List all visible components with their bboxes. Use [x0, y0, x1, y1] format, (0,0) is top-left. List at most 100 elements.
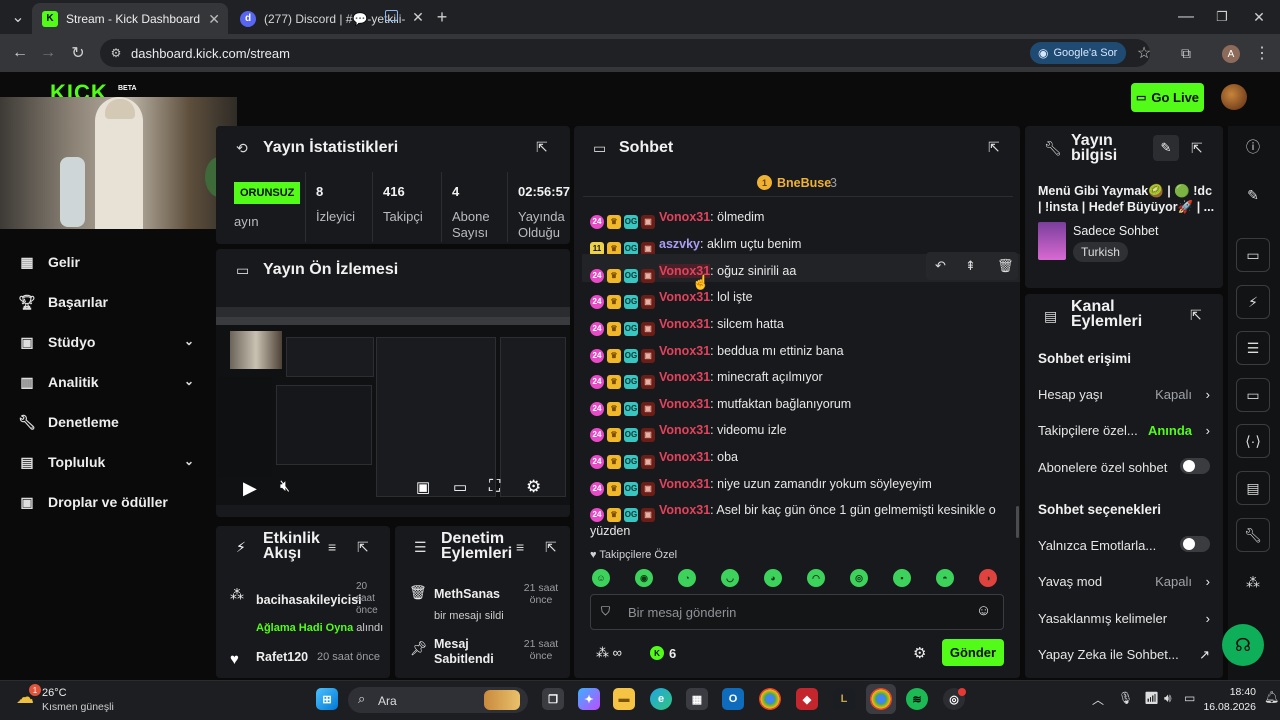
users-icon[interactable]: ⁂ — [1236, 565, 1270, 599]
emoji-icon[interactable]: ☺ — [976, 602, 991, 619]
url-text[interactable]: dashboard.kick.com/stream — [131, 46, 290, 61]
chat-scrollbar[interactable] — [1016, 506, 1019, 538]
chat-message[interactable]: 24 ♛ OG ▣ Vonox31: niye uzun zamandır yokum … — [590, 475, 1010, 496]
windows-start-icon[interactable]: ⊞ — [316, 688, 338, 710]
nav-item-topluluk[interactable]: ▤ Topluluk ⌄ — [18, 444, 198, 480]
tab-kick-dashboard[interactable]: K Stream - Kick Dashboard ✕ — [32, 3, 228, 34]
pip-icon[interactable]: ▣ — [416, 478, 430, 496]
task-view-icon[interactable]: ❐ — [542, 688, 564, 710]
bookmark-star-icon[interactable]: ☆ — [1132, 41, 1156, 65]
fullscreen-icon[interactable]: ⛶ — [489, 478, 500, 496]
outlook-icon[interactable]: O — [722, 688, 744, 710]
new-tab-icon[interactable]: + — [430, 5, 454, 29]
google-lens-button[interactable]: ◉ Google'a Sor — [1030, 42, 1126, 64]
pinned-user[interactable]: BneBuse — [777, 176, 831, 190]
emote-icon[interactable]: ◎ — [850, 569, 868, 587]
chat-message[interactable]: 24 ♛ OG ▣ Vonox31: beddua mı ettiniz bana — [590, 342, 1010, 363]
chat-username[interactable]: Vonox31 — [659, 477, 710, 491]
ai-chat-row[interactable]: Yapay Zeka ile Sohbet... ↗ — [1038, 644, 1210, 664]
browser-menu-icon[interactable]: ⋮ — [1250, 41, 1274, 65]
chat-message[interactable]: 24 ♛ OG ▣ Vonox31: videomu izle — [590, 421, 1010, 442]
extensions-icon[interactable]: ⧉ — [1174, 41, 1198, 65]
mute-icon[interactable]: 🔇︎ — [280, 478, 290, 496]
chat-username[interactable]: Vonox31 — [659, 397, 710, 411]
account-age-row[interactable]: Hesap yaşı Kapalı › — [1038, 384, 1210, 404]
activity-user[interactable]: bacihasakileyicisi — [256, 593, 362, 607]
play-icon[interactable]: ▶ — [243, 478, 257, 499]
wifi-icon[interactable]: 📶︎ — [1144, 691, 1159, 705]
copilot-icon[interactable]: ✦ — [578, 688, 600, 710]
battery-icon[interactable]: ▭ — [1184, 691, 1195, 705]
chat-icon[interactable]: ▭ — [1236, 378, 1270, 412]
category-thumbnail[interactable] — [1038, 222, 1066, 260]
chrome-icon[interactable] — [759, 688, 781, 710]
nav-item-studyo[interactable]: ▣ Stüdyo ⌄ — [18, 324, 198, 360]
nav-item-basarilar[interactable]: 🏆︎ Başarılar — [18, 284, 198, 320]
info-icon[interactable]: ⓘ — [1236, 130, 1270, 164]
microphone-icon[interactable]: 🎙︎ — [1118, 691, 1133, 705]
banned-words-row[interactable]: Yasaklanmış kelimeler › — [1038, 608, 1210, 628]
file-explorer-icon[interactable]: ▬ — [613, 688, 635, 710]
profile-avatar[interactable]: A — [1222, 45, 1240, 63]
go-live-button[interactable]: ▭ Go Live — [1131, 83, 1204, 112]
forward-icon[interactable]: → — [36, 41, 60, 65]
theater-icon[interactable]: ▭ — [453, 478, 467, 496]
chat-username[interactable]: Vonox31 — [659, 344, 710, 358]
emote-icon[interactable]: ◡ — [721, 569, 739, 587]
chat-message[interactable]: 24 ♛ OG ▣ Vonox31: ölmedim — [590, 208, 1010, 229]
window-close-icon[interactable]: ✕ — [1247, 5, 1271, 29]
send-button[interactable]: Gönder — [942, 639, 1004, 666]
delete-message-icon[interactable]: 🗑︎ — [997, 258, 1014, 274]
reply-icon[interactable]: ↶ — [935, 258, 946, 274]
app-red-icon[interactable]: ◆ — [796, 688, 818, 710]
nav-item-droplar[interactable]: ▣ Droplar ve ödüller — [18, 484, 198, 520]
weather-temp[interactable]: 26°C — [42, 687, 67, 699]
chat-username[interactable]: Vonox31 — [659, 210, 710, 224]
emote-icon[interactable]: ◉ — [635, 569, 653, 587]
moderation-user[interactable]: MethSanas — [434, 587, 500, 601]
reload-icon[interactable]: ↻ — [66, 41, 90, 65]
chat-message[interactable]: 24 ♛ OG ▣ Vonox31: oba — [590, 448, 1010, 469]
channel-actions-icon[interactable]: ▤ — [1236, 471, 1270, 505]
edit-pencil-icon[interactable]: ✎ — [1153, 135, 1179, 161]
emote-icon[interactable]: ◔ — [678, 569, 696, 587]
list-icon[interactable]: ☰ — [1236, 331, 1270, 365]
tab-close-icon[interactable]: ✕ — [208, 11, 220, 28]
wrench-icon[interactable]: 🔧︎ — [1236, 518, 1270, 552]
expand-icon[interactable]: ⇱ — [988, 139, 1000, 156]
emote-only-toggle[interactable] — [1180, 536, 1210, 552]
tab-close-icon[interactable]: ✕ — [406, 5, 430, 29]
settings-gear-icon[interactable]: ⚙ — [526, 477, 541, 497]
emote-icon[interactable]: ▪ — [893, 569, 911, 587]
tab-discord[interactable]: d (277) Discord | #💬-yetkili- — [230, 3, 410, 34]
slow-mode-row[interactable]: Yavaş mod Kapalı › — [1038, 571, 1210, 591]
category-name[interactable]: Sadece Sohbet — [1073, 224, 1159, 238]
spotify-icon[interactable]: ≋ — [906, 688, 928, 710]
edge-icon[interactable]: e — [650, 688, 672, 710]
back-icon[interactable]: ← — [8, 41, 32, 65]
chat-username[interactable]: Vonox31 — [659, 423, 710, 437]
activity-user[interactable]: Rafet120 — [256, 650, 308, 664]
nav-item-denetleme[interactable]: 🔧︎ Denetleme — [18, 404, 198, 440]
volume-icon[interactable]: 🔊︎ — [1164, 691, 1172, 706]
tray-chevron-icon[interactable]: ︿ — [1092, 691, 1104, 708]
chat-settings-icon[interactable]: ⚙ — [913, 644, 926, 662]
league-icon[interactable]: L — [833, 688, 855, 710]
expand-icon[interactable]: ⇱ — [1191, 140, 1203, 157]
clock-date[interactable]: 16.08.2026 — [1200, 701, 1256, 713]
stream-settings-icon[interactable]: ⟨·⟩ — [1236, 424, 1270, 458]
chat-message[interactable]: 24 ♛ OG ▣ Vonox31: lol işte — [590, 288, 1010, 309]
emote-icon[interactable]: ◠ — [807, 569, 825, 587]
store-icon[interactable]: ▦ — [686, 688, 708, 710]
chat-message[interactable]: 24 ♛ OG ▣ Vonox31: mutfaktan bağlanıyorum — [590, 395, 1010, 416]
user-avatar[interactable] — [1221, 84, 1247, 110]
edit-icon[interactable]: ✎ — [1236, 178, 1270, 212]
chevron-down-icon[interactable]: ⌄ — [184, 454, 194, 468]
preview-video[interactable] — [216, 307, 570, 505]
emote-icon[interactable]: ☺ — [592, 569, 610, 587]
chat-username[interactable]: Vonox31 — [659, 370, 710, 384]
chat-username[interactable]: Vonox31 — [659, 290, 710, 304]
subscribers-only-row[interactable]: Abonelere özel sohbet — [1038, 457, 1210, 477]
nav-item-gelir[interactable]: ▦ Gelir — [18, 244, 198, 280]
maximize-icon[interactable]: ❐ — [1210, 5, 1234, 29]
